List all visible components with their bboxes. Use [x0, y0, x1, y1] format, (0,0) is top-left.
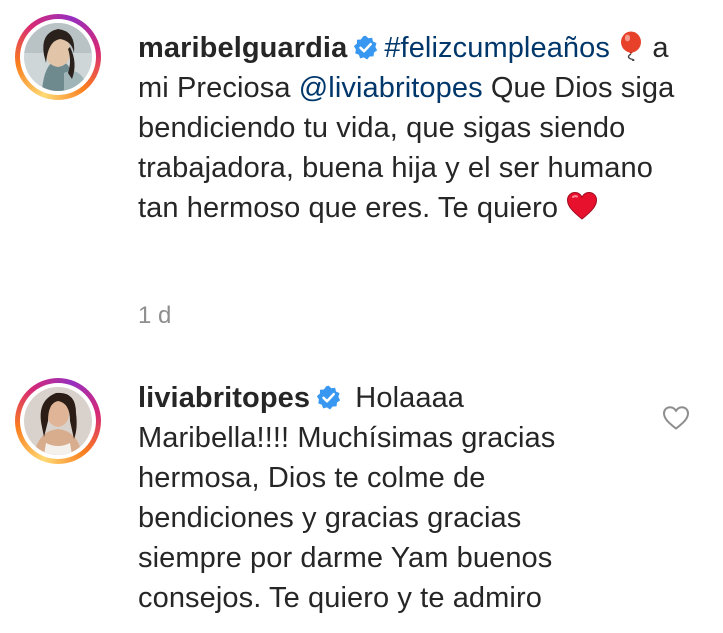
- red-heart-icon: [567, 191, 598, 220]
- comments-page: maribelguardia #felizcumpleaños a mi Pre…: [0, 0, 723, 633]
- avatar-photo: [24, 387, 92, 455]
- avatar-photo: [24, 23, 92, 91]
- comment-body: maribelguardia #felizcumpleaños a mi Pre…: [138, 28, 698, 228]
- verified-badge-icon: [354, 35, 378, 60]
- balloon-icon: [621, 31, 642, 61]
- avatar[interactable]: [15, 378, 101, 464]
- mention-link[interactable]: @liviabritopes: [299, 72, 483, 104]
- comment-text: Holaaaa Maribella!!!! Muchísimas gracias…: [138, 382, 556, 614]
- comment-timestamp[interactable]: 1 d: [138, 302, 171, 330]
- heart-outline-icon[interactable]: [662, 405, 690, 431]
- avatar[interactable]: [15, 14, 101, 100]
- verified-badge-icon: [317, 385, 341, 410]
- username-link[interactable]: maribelguardia: [138, 32, 347, 64]
- comment-body: liviabritopes Holaaaa Maribella!!!! Much…: [138, 378, 608, 618]
- hashtag-link[interactable]: #felizcumpleaños: [384, 32, 610, 64]
- username-link[interactable]: liviabritopes: [138, 382, 310, 414]
